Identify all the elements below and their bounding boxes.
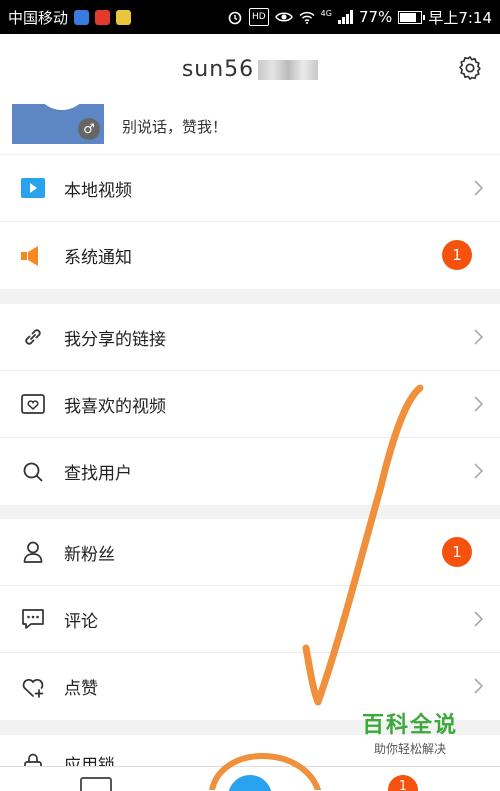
network-type-label: 4G [320, 9, 332, 18]
nav-video-tab[interactable] [80, 777, 112, 791]
menu-item-liked-videos[interactable]: 我喜欢的视频 [0, 371, 500, 438]
menu-item-label: 查找用户 [64, 464, 132, 484]
username-text: sun56 [181, 56, 255, 82]
menu-item-find-users[interactable]: 查找用户 [0, 438, 500, 505]
battery-percent: 77% [358, 8, 393, 26]
chevron-right-icon [474, 611, 484, 627]
menu-item-local-video[interactable]: 本地视频 [0, 155, 500, 222]
chevron-right-icon [474, 463, 484, 479]
menu-item-label: 应用锁 [64, 756, 115, 766]
status-bar: 中国移动 HD 4G 77% 早上7:14 [0, 0, 500, 34]
heart-plus-icon [20, 674, 46, 700]
notification-badge: 1 [442, 537, 472, 567]
menu-item-shared-links[interactable]: 我分享的链接 [0, 304, 500, 371]
menu-item-system-notice[interactable]: 系统通知 1 [0, 222, 500, 289]
menu-item-label: 我分享的链接 [64, 329, 166, 350]
page-title: sun56 [181, 56, 319, 82]
hd-icon: HD [248, 8, 269, 26]
profile-card[interactable]: ♂ 别说话，赞我！ [0, 104, 500, 154]
menu-item-label: 我喜欢的视频 [64, 396, 166, 417]
play-icon [20, 175, 46, 201]
user-icon [20, 539, 46, 565]
signal-icon [337, 10, 353, 24]
menu-item-label: 系统通知 [64, 248, 132, 268]
menu-group-social: 新粉丝 1 评论 点赞 [0, 519, 500, 720]
comment-icon [20, 606, 46, 632]
link-icon [20, 324, 46, 350]
menu-group-content: 我分享的链接 我喜欢的视频 查找用户 [0, 304, 500, 505]
chevron-right-icon [474, 329, 484, 345]
watermark-subtitle: 助你轻松解决 [373, 742, 446, 756]
watermark-logo: 百科全说 助你轻松解决 [350, 712, 470, 764]
chevron-right-icon [474, 396, 484, 412]
news-app-icon [95, 9, 111, 25]
top-header: sun56 [0, 34, 500, 104]
menu-item-label: 评论 [64, 611, 98, 632]
eye-icon [274, 9, 293, 25]
nav-message-badge[interactable]: 1 [388, 775, 418, 791]
music-app-icon [116, 9, 132, 25]
battery-icon [398, 10, 426, 24]
gear-icon [459, 56, 481, 80]
carrier-label: 中国移动 [8, 8, 69, 27]
menu-item-label: 新粉丝 [64, 544, 115, 565]
wifi-icon [299, 9, 315, 25]
chevron-right-icon [474, 180, 484, 196]
search-icon [20, 459, 46, 485]
alarm-icon [227, 9, 243, 25]
notification-badge: 1 [442, 240, 472, 270]
male-icon: ♂ [78, 118, 100, 140]
bottom-navigation: 1 [0, 766, 500, 791]
speaker-icon [20, 243, 46, 269]
menu-item-new-fans[interactable]: 新粉丝 1 [0, 519, 500, 586]
lock-icon [20, 751, 46, 766]
nav-record-button[interactable] [228, 775, 272, 791]
app-notification-icon [74, 9, 90, 25]
heart-video-icon [20, 391, 46, 417]
settings-button[interactable] [454, 52, 486, 84]
username-redaction [258, 59, 319, 80]
menu-item-likes[interactable]: 点赞 [0, 653, 500, 720]
profile-signature: 别说话，赞我！ [122, 118, 228, 136]
clock: 早上7:14 [428, 8, 492, 27]
menu-item-label: 点赞 [64, 679, 98, 699]
chevron-right-icon [474, 678, 484, 694]
watermark-title: 百科全说 [361, 713, 458, 738]
menu-group-media: 本地视频 系统通知 1 [0, 155, 500, 289]
menu-item-label: 本地视频 [64, 180, 132, 201]
menu-item-comments[interactable]: 评论 [0, 586, 500, 653]
